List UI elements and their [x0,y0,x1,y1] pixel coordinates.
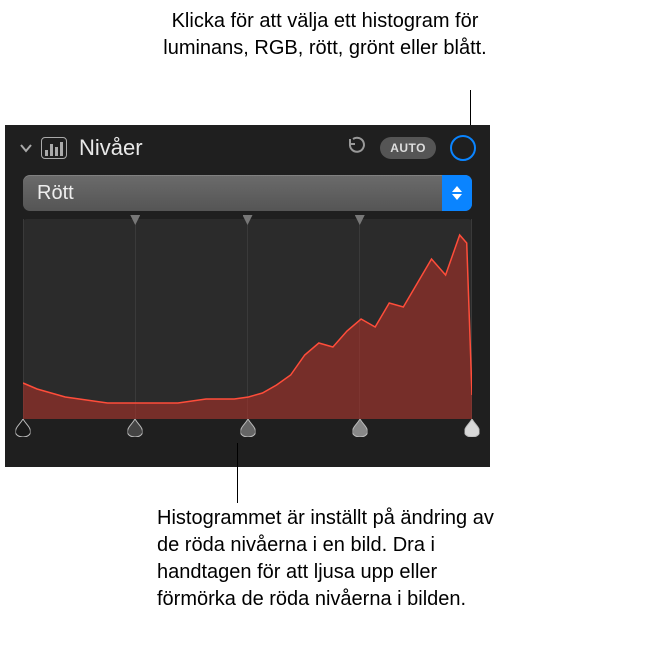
callout-top-text: Klicka för att välja ett histogram för l… [155,8,495,62]
bottom-handle[interactable] [16,419,31,437]
enable-toggle[interactable] [450,135,476,161]
dropdown-stepper-icon [442,175,472,211]
panel-title: Nivåer [79,135,143,161]
auto-button[interactable]: AUTO [380,137,436,159]
callout-bottom-text: Histogrammet är inställt på ändring av d… [157,505,507,613]
callout-leader-line-bottom [237,443,238,503]
bottom-handle[interactable] [240,419,255,437]
reset-button[interactable] [340,135,372,161]
disclosure-toggle[interactable] [19,141,33,155]
bottom-handle[interactable] [352,419,367,437]
histogram [23,219,472,419]
panel-header: Nivåer AUTO [5,125,490,169]
bottom-handles-row [23,419,472,439]
histogram-plot [23,219,472,419]
bottom-handle[interactable] [465,419,480,437]
levels-icon [41,137,67,159]
histogram-channel-dropdown[interactable]: Rött [23,175,472,211]
levels-panel: Nivåer AUTO Rött [5,125,490,467]
bottom-handle[interactable] [128,419,143,437]
dropdown-selected-label: Rött [37,182,442,205]
